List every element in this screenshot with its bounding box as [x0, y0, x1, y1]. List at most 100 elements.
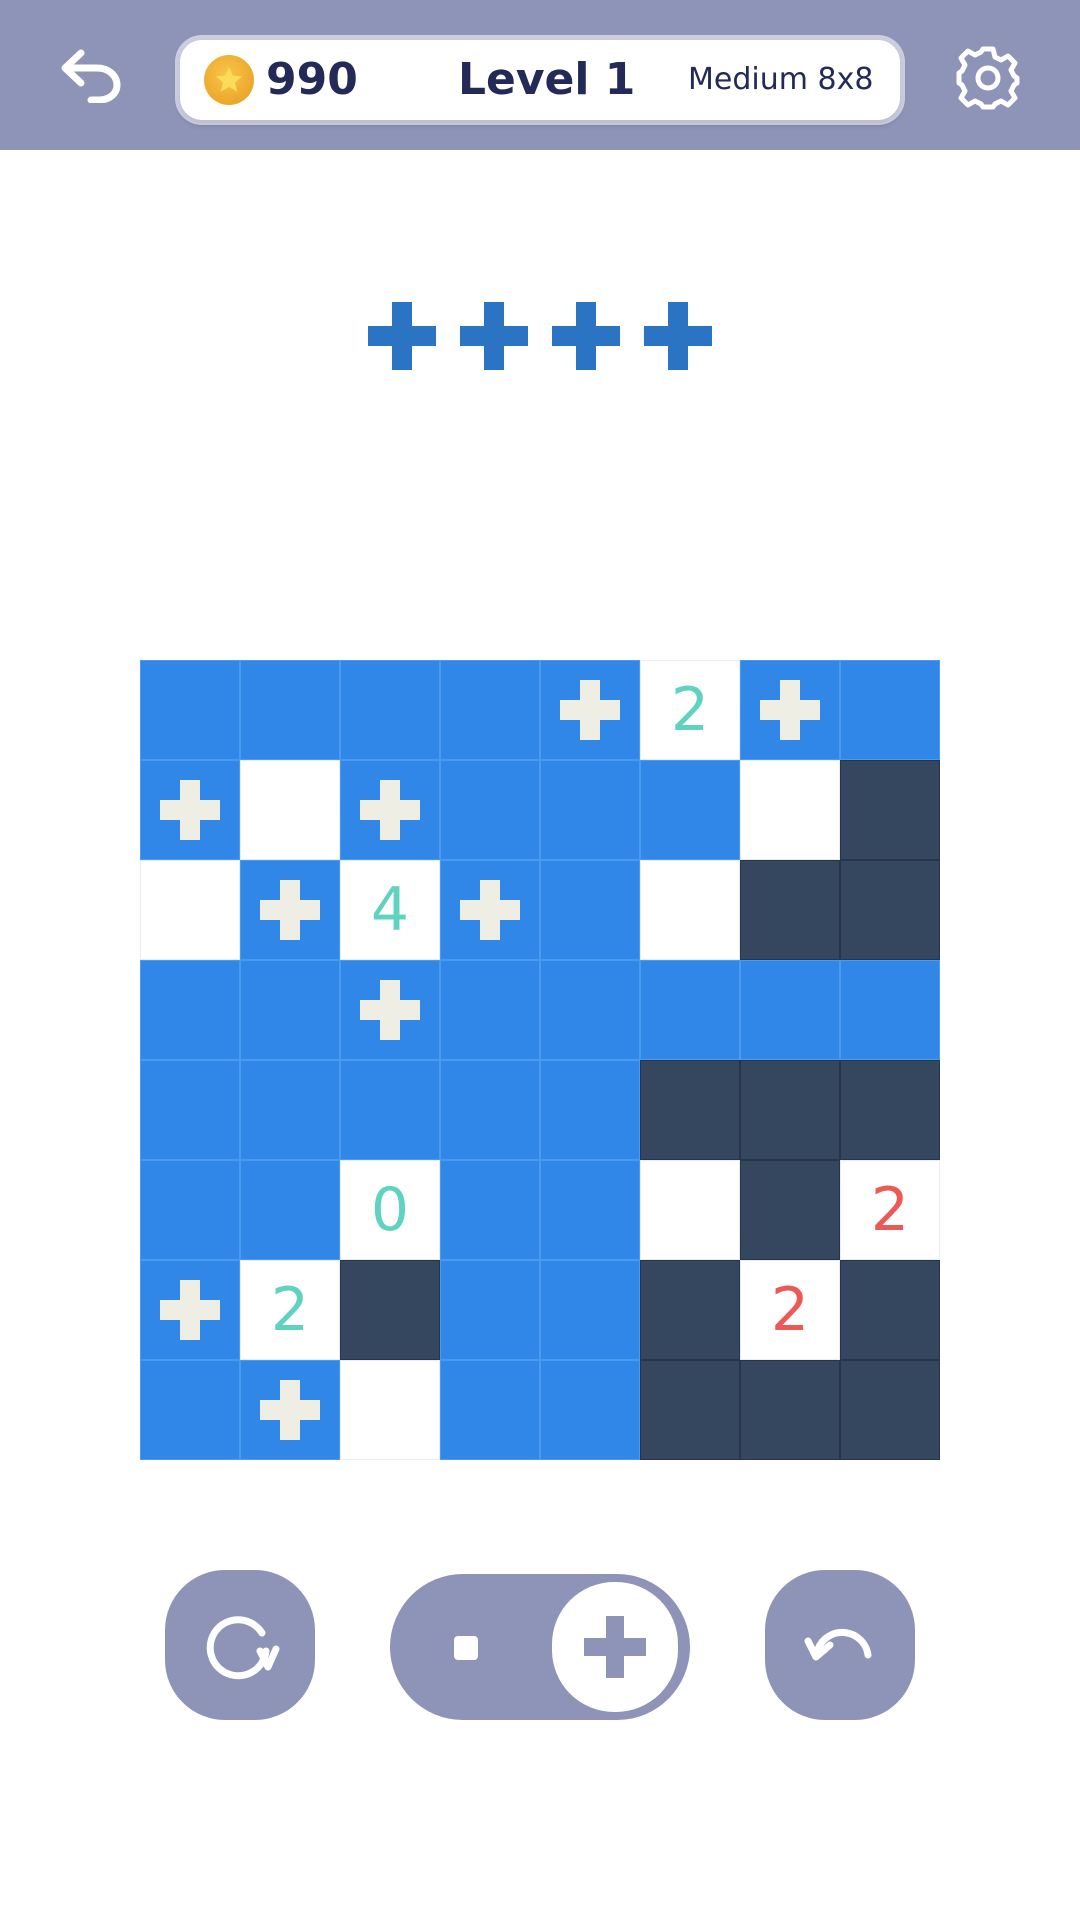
grid-cell[interactable]	[440, 960, 540, 1060]
mode-toggle[interactable]	[390, 1574, 690, 1720]
grid-cell[interactable]	[240, 1360, 340, 1460]
grid-cell[interactable]	[840, 1260, 940, 1360]
grid-cell[interactable]: 4	[340, 860, 440, 960]
plus-mark-icon	[160, 780, 220, 840]
clue-number: 4	[370, 875, 410, 945]
plus-mark-icon	[360, 780, 420, 840]
plus-mark-icon	[260, 880, 320, 940]
restart-button[interactable]	[165, 1570, 315, 1720]
grid-cell[interactable]	[640, 1260, 740, 1360]
grid-cell[interactable]	[540, 660, 640, 760]
coin-count: 990	[266, 54, 358, 105]
grid-cell[interactable]	[440, 860, 540, 960]
grid-cell[interactable]	[640, 1360, 740, 1460]
plus-mark-icon	[160, 1280, 220, 1340]
grid-cell[interactable]	[240, 760, 340, 860]
difficulty-label: Medium 8x8	[688, 62, 874, 97]
settings-button[interactable]	[950, 40, 1026, 116]
plus-mark-icon	[460, 880, 520, 940]
grid-cell[interactable]	[740, 1060, 840, 1160]
grid-cell[interactable]	[340, 1260, 440, 1360]
clue-number: 0	[370, 1175, 410, 1245]
grid-cell[interactable]	[140, 1160, 240, 1260]
grid-cell[interactable]	[140, 860, 240, 960]
back-button[interactable]	[50, 40, 130, 110]
undo-icon	[804, 1628, 872, 1661]
grid-cell[interactable]	[440, 1060, 540, 1160]
grid-cell[interactable]	[540, 1260, 640, 1360]
undo-button[interactable]	[765, 1570, 915, 1720]
star-coin-icon	[204, 55, 254, 105]
grid-cell[interactable]	[140, 1060, 240, 1160]
target-plus-icon	[552, 302, 620, 370]
grid-cell[interactable]	[440, 1360, 540, 1460]
puzzle-grid: 240222	[140, 660, 940, 1460]
plus-mark-icon	[260, 1380, 320, 1440]
grid-cell[interactable]	[440, 1160, 540, 1260]
grid-cell[interactable]	[340, 660, 440, 760]
target-plus-icon	[644, 302, 712, 370]
grid-cell[interactable]	[240, 860, 340, 960]
clue-number: 2	[270, 1275, 310, 1345]
grid-cell[interactable]	[740, 860, 840, 960]
grid-cell[interactable]	[640, 1160, 740, 1260]
grid-cell[interactable]	[140, 660, 240, 760]
grid-cell[interactable]	[140, 1360, 240, 1460]
grid-cell[interactable]	[640, 860, 740, 960]
grid-cell[interactable]	[240, 960, 340, 1060]
grid-cell[interactable]	[440, 760, 540, 860]
grid-cell[interactable]	[240, 660, 340, 760]
grid-cell[interactable]: 2	[840, 1160, 940, 1260]
grid-cell[interactable]	[240, 1160, 340, 1260]
grid-cell[interactable]	[640, 960, 740, 1060]
grid-cell[interactable]	[840, 1360, 940, 1460]
grid-cell[interactable]	[540, 960, 640, 1060]
grid-cell[interactable]	[340, 1060, 440, 1160]
target-plus-icon	[460, 302, 528, 370]
level-title: Level 1	[458, 54, 636, 105]
grid-cell[interactable]	[840, 960, 940, 1060]
grid-cell[interactable]	[840, 1060, 940, 1160]
grid-cell[interactable]	[440, 660, 540, 760]
grid-cell[interactable]: 0	[340, 1160, 440, 1260]
grid-cell[interactable]: 2	[240, 1260, 340, 1360]
grid-cell[interactable]	[540, 1160, 640, 1260]
grid-cell[interactable]	[140, 960, 240, 1060]
grid-cell[interactable]	[740, 1360, 840, 1460]
grid-cell[interactable]	[840, 660, 940, 760]
grid-cell[interactable]	[140, 760, 240, 860]
grid-cell[interactable]	[340, 960, 440, 1060]
grid-cell[interactable]	[740, 660, 840, 760]
grid-cell[interactable]	[540, 760, 640, 860]
plus-mark-icon	[560, 680, 620, 740]
grid-cell[interactable]	[840, 760, 940, 860]
grid-cell[interactable]	[240, 1060, 340, 1160]
clue-number: 2	[670, 675, 710, 745]
grid-cell[interactable]	[340, 1360, 440, 1460]
grid-cell[interactable]	[740, 1160, 840, 1260]
grid-cell[interactable]	[540, 860, 640, 960]
grid-cell[interactable]: 2	[640, 660, 740, 760]
grid-cell[interactable]	[640, 1060, 740, 1160]
grid-cell[interactable]	[540, 1360, 640, 1460]
grid-cell[interactable]	[340, 760, 440, 860]
grid-cell[interactable]	[840, 860, 940, 960]
back-arrow-icon	[61, 49, 121, 103]
toggle-knob-selected	[552, 1582, 678, 1712]
top-bar: 990 Level 1 Medium 8x8	[0, 0, 1080, 150]
grid-cell[interactable]	[640, 760, 740, 860]
empty-mode-icon	[454, 1636, 478, 1660]
clue-number: 2	[770, 1275, 810, 1345]
grid-cell[interactable]	[740, 960, 840, 1060]
grid-cell[interactable]: 2	[740, 1260, 840, 1360]
grid-cell[interactable]	[440, 1260, 540, 1360]
gear-icon	[956, 46, 1020, 110]
grid-cell[interactable]	[540, 1060, 640, 1160]
level-info-panel: 990 Level 1 Medium 8x8	[180, 40, 900, 120]
clue-number: 2	[870, 1175, 910, 1245]
grid-cell[interactable]	[140, 1260, 240, 1360]
grid-cell[interactable]	[740, 760, 840, 860]
plus-mode-icon	[584, 1616, 646, 1678]
plus-mark-icon	[360, 980, 420, 1040]
target-plus-icon	[368, 302, 436, 370]
